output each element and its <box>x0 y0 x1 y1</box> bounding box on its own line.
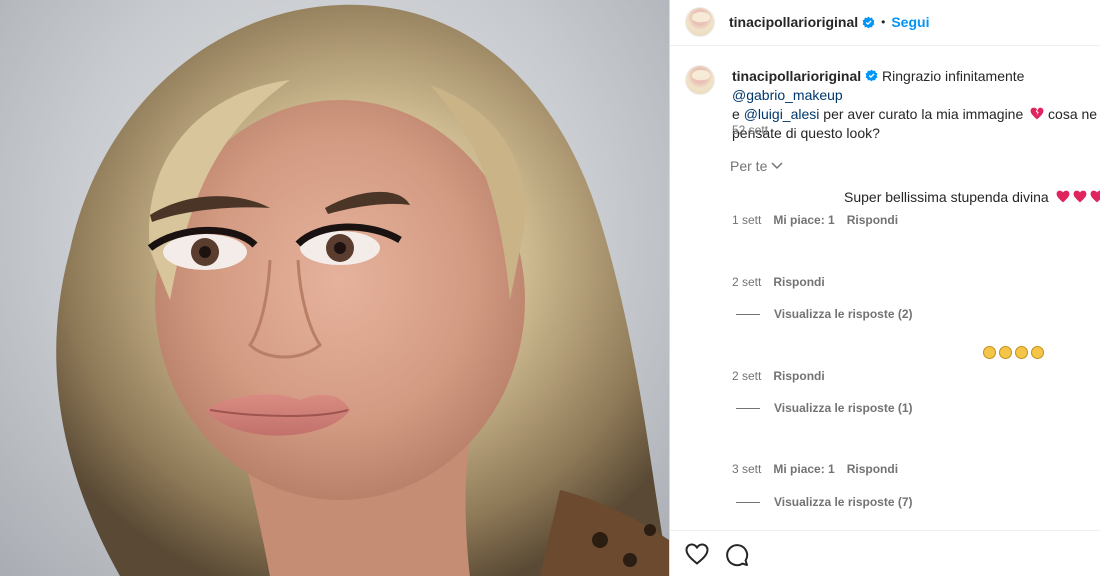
sort-label: Per te <box>730 158 768 174</box>
verified-badge-icon <box>862 16 875 28</box>
post-detail-panel: tinacipollarioriginal • Segui tinacipoll… <box>670 0 1100 576</box>
mention-link[interactable]: @luigi_alesi <box>744 106 820 122</box>
comment-timestamp[interactable]: 2 sett <box>732 369 761 383</box>
grinning-emoji-icon <box>1031 346 1044 359</box>
comment-meta: 1 sett Mi piace: 1 Rispondi <box>732 213 898 227</box>
heart-outline-icon[interactable] <box>685 543 709 565</box>
caption-text: tinacipollarioriginal Ringrazio infinita… <box>732 67 1100 143</box>
comment-text: Super bellissima stupenda divina <box>844 189 1100 205</box>
caption-body-3: per aver curato la mia immagine <box>819 106 1028 122</box>
avatar[interactable] <box>685 7 715 37</box>
caption-timestamp: 52 sett <box>732 123 769 137</box>
view-replies-label: Visualizza le risposte (1) <box>774 401 913 415</box>
reply-button[interactable]: Rispondi <box>847 462 898 476</box>
comment-body: Super bellissima stupenda divina <box>844 189 1049 205</box>
comment-meta: 2 sett Rispondi <box>732 369 825 383</box>
caption-avatar[interactable] <box>685 65 715 95</box>
mention-link[interactable]: @gabrio_makeup <box>732 87 843 103</box>
replies-line <box>736 313 760 315</box>
view-replies-button[interactable]: Visualizza le risposte (1) <box>736 401 913 415</box>
speech-bubble-icon[interactable] <box>725 543 749 567</box>
post-photo <box>0 0 669 576</box>
comment-meta: 3 sett Mi piace: 1 Rispondi <box>732 462 898 476</box>
caption-username[interactable]: tinacipollarioriginal <box>732 68 861 84</box>
reply-button[interactable]: Rispondi <box>773 275 824 289</box>
replies-line <box>736 501 760 503</box>
comment-text <box>980 346 1044 362</box>
header-username[interactable]: tinacipollarioriginal <box>729 14 858 30</box>
comments-sort-dropdown[interactable]: Per te <box>730 158 783 174</box>
view-replies-label: Visualizza le risposte (7) <box>774 495 913 509</box>
separator-dot: • <box>881 15 886 29</box>
verified-badge-icon <box>865 69 878 82</box>
comment-meta: 2 sett Rispondi <box>732 275 825 289</box>
view-replies-button[interactable]: Visualizza le risposte (7) <box>736 495 913 509</box>
caption-body-2: e <box>732 106 744 122</box>
broken-heart-emoji-icon <box>1030 107 1044 120</box>
grinning-emoji-icon <box>999 346 1012 359</box>
comment-timestamp[interactable]: 2 sett <box>732 275 761 289</box>
reply-button[interactable]: Rispondi <box>847 213 898 227</box>
grinning-emoji-icon <box>1015 346 1028 359</box>
header-divider <box>670 45 1100 46</box>
heart-emoji-icon <box>1056 190 1069 203</box>
comment-timestamp[interactable]: 1 sett <box>732 213 761 227</box>
follow-button[interactable]: Segui <box>891 14 929 30</box>
comment-timestamp[interactable]: 3 sett <box>732 462 761 476</box>
actions-divider <box>670 530 1100 531</box>
replies-line <box>736 407 760 409</box>
post-header: tinacipollarioriginal • Segui <box>670 0 1100 44</box>
comment-likes[interactable]: Mi piace: 1 <box>773 462 834 476</box>
caption-body-1: Ringrazio infinitamente <box>878 68 1025 84</box>
comment-likes[interactable]: Mi piace: 1 <box>773 213 834 227</box>
view-replies-button[interactable]: Visualizza le risposte (2) <box>736 307 913 321</box>
heart-emoji-icon <box>1073 190 1086 203</box>
heart-emoji-icon <box>1090 190 1100 203</box>
post-actions <box>685 543 749 567</box>
portrait-illustration <box>56 4 669 576</box>
view-replies-label: Visualizza le risposte (2) <box>774 307 913 321</box>
reply-button[interactable]: Rispondi <box>773 369 824 383</box>
grinning-emoji-icon <box>983 346 996 359</box>
chevron-down-icon <box>771 162 783 170</box>
